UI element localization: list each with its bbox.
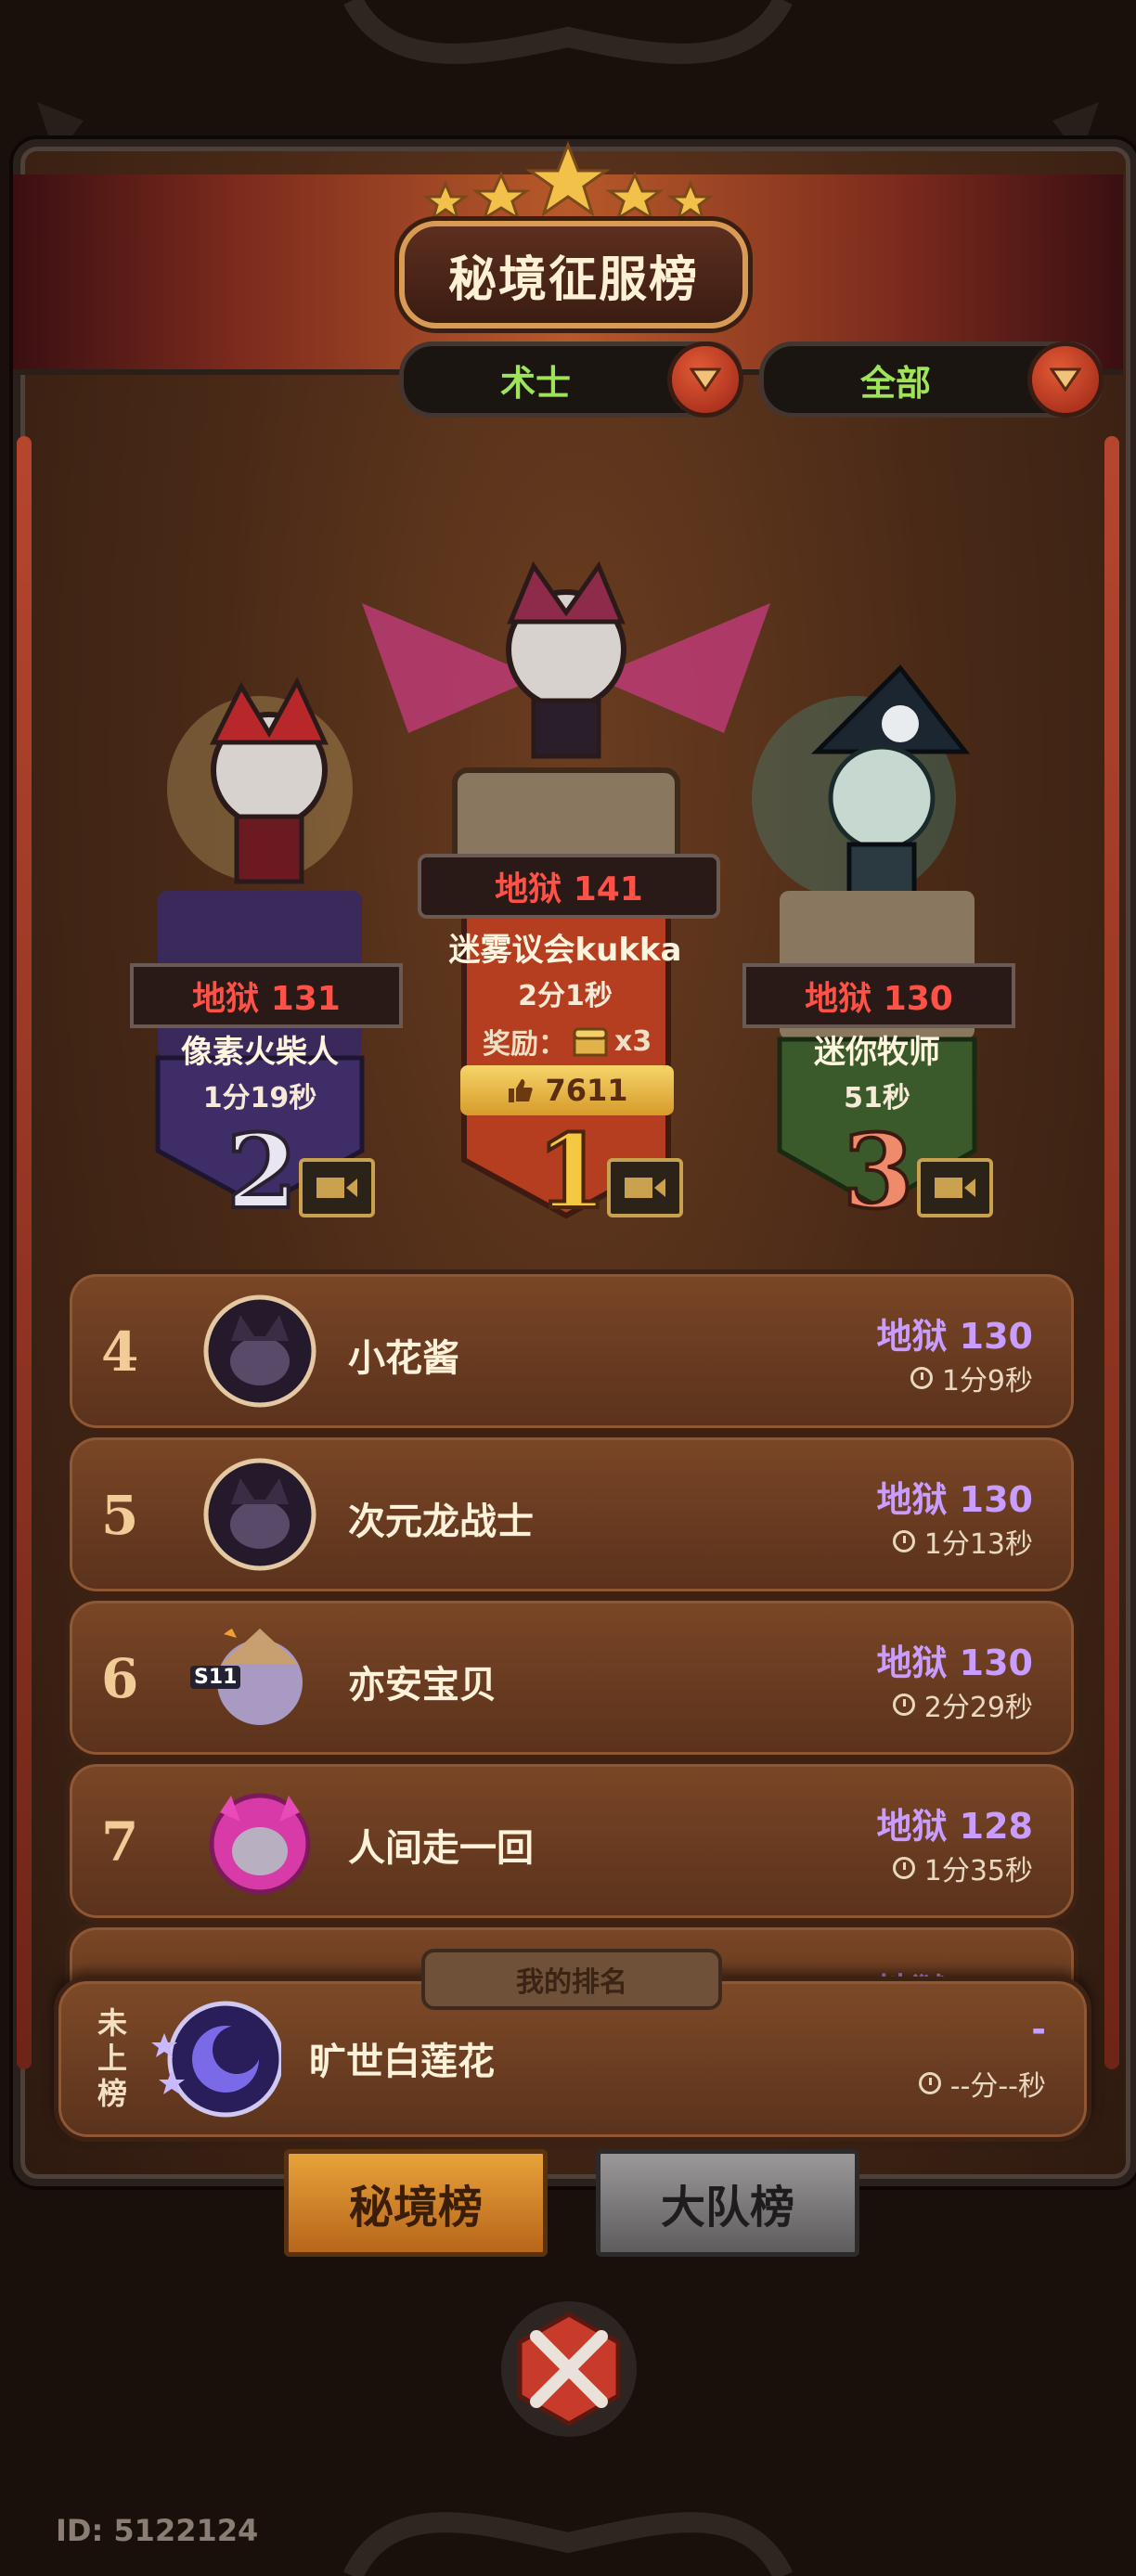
my-name: 旷世白莲花: [309, 2041, 495, 2083]
treasure-chest-icon: [573, 1027, 608, 1057]
reward-row: 奖励： x3: [483, 1021, 652, 1062]
rank-number: 5: [101, 1484, 139, 1547]
avatar: [209, 1793, 311, 1895]
replay-video-icon[interactable]: [607, 1158, 683, 1217]
my-score: -: [1031, 2009, 1046, 2050]
time-row: 2分29秒: [892, 1684, 1033, 1725]
my-time-row: --分--秒: [918, 2063, 1046, 2104]
rank-number-3: 3: [841, 1110, 916, 1233]
frame-rail-left: [17, 436, 32, 2069]
player-time-2: 1分19秒: [202, 1082, 317, 1114]
like-count: 7611: [545, 1073, 628, 1108]
stars-icon: [421, 140, 715, 222]
rank-number-1: 1: [535, 1110, 610, 1233]
season-badge: S11: [190, 1666, 241, 1689]
scope-dropdown-label: 全部: [859, 362, 931, 404]
time: 1分35秒: [923, 1855, 1033, 1887]
chevron-down-icon[interactable]: [1027, 341, 1104, 418]
tab-secret-realm[interactable]: 秘境榜: [284, 2149, 548, 2257]
replay-video-icon[interactable]: [917, 1158, 993, 1217]
avatar: [151, 2001, 281, 2118]
close-icon: [517, 2312, 621, 2427]
difficulty-plate-3: 地狱 130: [742, 963, 1015, 1028]
player-name: 亦安宝贝: [348, 1664, 497, 1707]
player-name: 小花酱: [348, 1337, 459, 1380]
reward-count: x3: [614, 1024, 652, 1058]
close-button[interactable]: [501, 2301, 637, 2437]
player-name-3: 迷你牧师: [814, 1034, 940, 1071]
player-name: 次元龙战士: [348, 1501, 534, 1543]
reward-label: 奖励：: [483, 1028, 566, 1061]
time: 1分9秒: [941, 1365, 1033, 1397]
rank-number-2: 2: [225, 1110, 300, 1233]
score: 地狱 128: [876, 1806, 1033, 1847]
player-time-1: 2分1秒: [518, 980, 613, 1012]
player-time-3: 51秒: [844, 1082, 910, 1114]
my-rank-status: 未上榜: [97, 2005, 127, 2111]
clock-icon: [892, 1694, 915, 1716]
player-name-1: 迷雾议会kukka: [448, 932, 682, 969]
list-item[interactable]: 5 次元龙战士 地狱 130 1分13秒: [65, 1433, 1078, 1596]
score: 地狱 130: [876, 1479, 1033, 1520]
clock-icon: [918, 2072, 941, 2094]
avatar: [203, 1294, 316, 1408]
clock-icon: [892, 1857, 915, 1879]
clock-icon: [910, 1367, 933, 1389]
player-name-2: 像素火柴人: [181, 1034, 339, 1071]
my-time: --分--秒: [949, 2070, 1046, 2103]
rank-number: 7: [101, 1810, 139, 1874]
scope-dropdown[interactable]: 全部: [759, 341, 1104, 418]
class-dropdown[interactable]: 术士: [399, 341, 743, 418]
time-row: 1分9秒: [910, 1358, 1033, 1398]
tab-squad[interactable]: 大队榜: [596, 2149, 859, 2257]
chevron-down-icon[interactable]: [667, 341, 743, 418]
time: 2分29秒: [923, 1692, 1033, 1724]
player-name: 人间走一回: [348, 1827, 534, 1870]
difficulty-plate-1: 地狱 141: [418, 854, 720, 919]
list-item[interactable]: 6 S11 亦安宝贝 地狱 130 2分29秒: [65, 1596, 1078, 1759]
player-id: ID: 5122124: [56, 2513, 259, 2548]
time: 1分13秒: [923, 1528, 1033, 1561]
rank-number: 6: [101, 1647, 139, 1710]
page-title: 秘境征服榜: [399, 221, 748, 328]
list-item[interactable]: 4 小花酱 地狱 130 1分9秒: [65, 1269, 1078, 1433]
frame-rail-right: [1104, 436, 1119, 2069]
time-row: 1分13秒: [892, 1521, 1033, 1562]
list-item[interactable]: 7 人间走一回 地狱 128 1分35秒: [65, 1759, 1078, 1923]
rank-number: 4: [101, 1320, 139, 1384]
my-rank-tag: 我的排名: [421, 1949, 722, 2010]
clock-icon: [892, 1530, 915, 1552]
time-row: 1分35秒: [892, 1848, 1033, 1888]
score: 地狱 130: [876, 1316, 1033, 1357]
thumbs-up-icon: [509, 1079, 534, 1102]
score: 地狱 130: [876, 1642, 1033, 1683]
avatar: [203, 1458, 316, 1571]
class-dropdown-label: 术士: [499, 362, 571, 404]
like-button[interactable]: 7611: [460, 1065, 674, 1115]
